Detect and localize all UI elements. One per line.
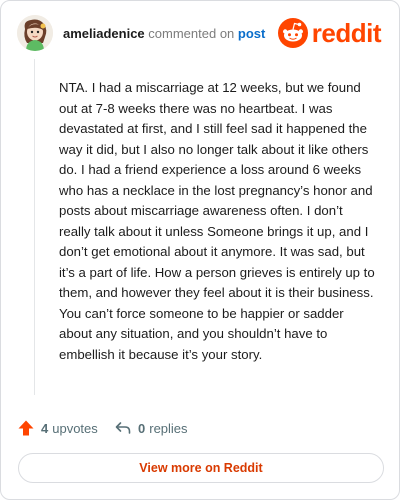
post-link[interactable]: post (238, 26, 265, 41)
comment-actions: 4 upvotes 0 replies (17, 419, 377, 439)
upvotes-count: 4 (41, 420, 49, 436)
commented-on-text: commented on (148, 26, 235, 41)
replies-label: replies (149, 420, 188, 436)
reddit-logo[interactable]: reddit (277, 16, 382, 50)
reddit-snoo-icon (277, 18, 308, 48)
comment-meta: ameliadenice commented on post (63, 26, 265, 41)
snoo-avatar-icon (17, 15, 53, 51)
upvote-button[interactable]: 4 upvotes (17, 419, 98, 437)
replies-count: 0 (138, 420, 146, 436)
avatar[interactable] (17, 15, 53, 51)
username-link[interactable]: ameliadenice (63, 26, 145, 41)
view-more-button[interactable]: View more on Reddit (18, 453, 384, 483)
reddit-wordmark: reddit (311, 18, 382, 48)
comment-body: NTA. I had a miscarriage at 12 weeks, bu… (59, 80, 375, 362)
comment-header: ameliadenice commented on post reddit (17, 15, 385, 55)
thread-line (34, 59, 35, 395)
upvotes-label: upvotes (52, 420, 98, 436)
embed-card: ameliadenice commented on post reddit NT… (0, 0, 400, 500)
replies-button[interactable]: 0 replies (114, 419, 188, 437)
reply-arrow-icon (115, 422, 131, 434)
upvote-arrow-icon (18, 420, 34, 436)
